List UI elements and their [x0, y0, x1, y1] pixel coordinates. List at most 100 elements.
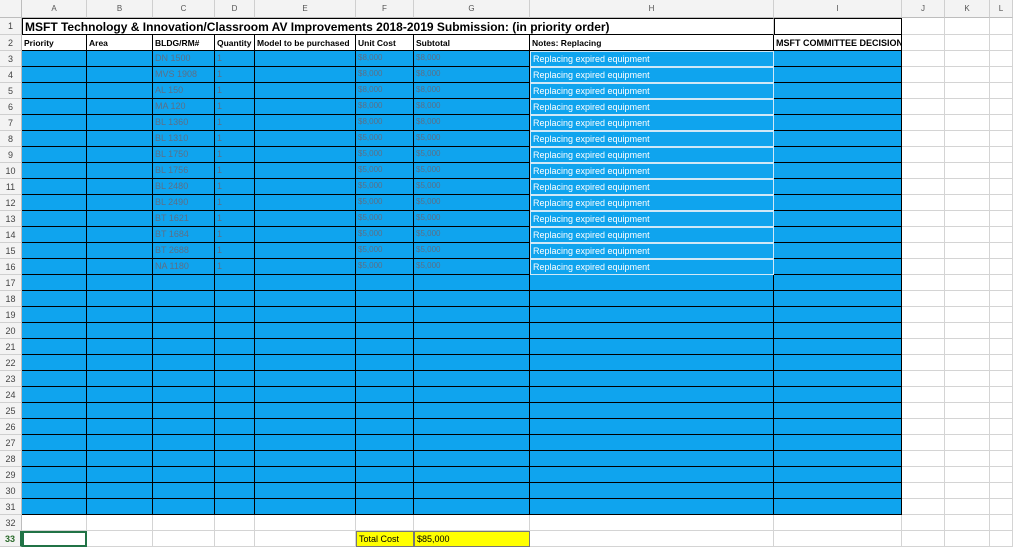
row-header[interactable]: 25 [0, 403, 22, 419]
row-header[interactable]: 14 [0, 227, 22, 243]
grid-cell[interactable] [530, 467, 774, 483]
quantity-cell[interactable]: 1 [215, 227, 255, 243]
grid-cell[interactable] [945, 18, 990, 35]
grid-cell[interactable] [87, 419, 153, 435]
grid-cell[interactable] [990, 163, 1013, 179]
grid-cell[interactable] [902, 323, 945, 339]
unit-cost-cell[interactable]: $5,000 [356, 227, 414, 243]
grid-cell[interactable] [215, 435, 255, 451]
grid-cell[interactable] [255, 323, 356, 339]
grid-cell[interactable] [22, 179, 87, 195]
grid-cell[interactable] [87, 147, 153, 163]
grid-cell[interactable] [215, 515, 255, 531]
column-header[interactable]: A [22, 0, 87, 18]
grid-cell[interactable] [215, 387, 255, 403]
grid-cell[interactable] [255, 339, 356, 355]
grid-cell[interactable] [774, 195, 902, 211]
subtotal-cell[interactable]: $8,000 [414, 51, 530, 67]
grid-cell[interactable] [902, 83, 945, 99]
subtotal-cell[interactable]: $8,000 [414, 83, 530, 99]
grid-cell[interactable] [774, 387, 902, 403]
grid-cell[interactable] [153, 531, 215, 547]
grid-cell[interactable] [153, 435, 215, 451]
grid-cell[interactable] [530, 339, 774, 355]
grid-cell[interactable] [255, 403, 356, 419]
bldg-room-cell[interactable]: BT 2688 [153, 243, 215, 259]
grid-cell[interactable] [990, 467, 1013, 483]
grid-cell[interactable] [774, 339, 902, 355]
grid-cell[interactable] [990, 307, 1013, 323]
grid-cell[interactable] [774, 67, 902, 83]
grid-cell[interactable] [945, 195, 990, 211]
grid-cell[interactable] [255, 259, 356, 275]
grid-cell[interactable] [87, 515, 153, 531]
subtotal-cell[interactable]: $8,000 [414, 67, 530, 83]
subtotal-cell[interactable]: $5,000 [414, 195, 530, 211]
grid-cell[interactable] [902, 243, 945, 259]
bldg-room-cell[interactable]: BL 1310 [153, 131, 215, 147]
bldg-room-cell[interactable]: BL 1750 [153, 147, 215, 163]
grid-cell[interactable] [945, 259, 990, 275]
grid-cell[interactable] [87, 211, 153, 227]
quantity-cell[interactable]: 1 [215, 99, 255, 115]
grid-cell[interactable] [255, 227, 356, 243]
grid-cell[interactable] [530, 483, 774, 499]
column-header[interactable]: L [990, 0, 1013, 18]
unit-cost-cell[interactable]: $8,000 [356, 115, 414, 131]
grid-cell[interactable] [902, 451, 945, 467]
grid-cell[interactable] [414, 419, 530, 435]
unit-cost-cell[interactable]: $5,000 [356, 147, 414, 163]
quantity-cell[interactable]: 1 [215, 83, 255, 99]
grid-cell[interactable] [153, 307, 215, 323]
grid-cell[interactable] [945, 131, 990, 147]
grid-cell[interactable] [945, 323, 990, 339]
unit-cost-cell[interactable]: $5,000 [356, 243, 414, 259]
grid-cell[interactable] [902, 387, 945, 403]
grid-cell[interactable] [22, 131, 87, 147]
grid-cell[interactable] [87, 259, 153, 275]
notes-cell[interactable]: Replacing expired equipment [530, 115, 774, 131]
grid-cell[interactable] [774, 515, 902, 531]
row-header[interactable]: 19 [0, 307, 22, 323]
grid-cell[interactable] [215, 531, 255, 547]
grid-cell[interactable] [215, 323, 255, 339]
grid-cell[interactable] [153, 291, 215, 307]
grid-cell[interactable] [774, 419, 902, 435]
grid-cell[interactable] [774, 179, 902, 195]
grid-cell[interactable] [945, 339, 990, 355]
grid-cell[interactable] [87, 179, 153, 195]
bldg-room-cell[interactable]: AL 150 [153, 83, 215, 99]
grid-cell[interactable] [22, 307, 87, 323]
grid-cell[interactable] [87, 499, 153, 515]
grid-cell[interactable] [22, 211, 87, 227]
grid-cell[interactable] [990, 147, 1013, 163]
grid-cell[interactable] [945, 435, 990, 451]
grid-cell[interactable] [255, 291, 356, 307]
grid-cell[interactable] [255, 499, 356, 515]
grid-cell[interactable] [87, 131, 153, 147]
grid-cell[interactable] [990, 179, 1013, 195]
grid-cell[interactable] [87, 435, 153, 451]
grid-cell[interactable] [22, 83, 87, 99]
grid-cell[interactable] [990, 355, 1013, 371]
row-header[interactable]: 17 [0, 275, 22, 291]
grid-cell[interactable] [774, 403, 902, 419]
bldg-room-cell[interactable]: BT 1684 [153, 227, 215, 243]
grid-cell[interactable] [990, 275, 1013, 291]
grid-cell[interactable] [87, 483, 153, 499]
grid-cell[interactable] [902, 339, 945, 355]
column-header[interactable]: G [414, 0, 530, 18]
row-header[interactable]: 21 [0, 339, 22, 355]
grid-cell[interactable] [530, 355, 774, 371]
row-header[interactable]: 11 [0, 179, 22, 195]
unit-cost-cell[interactable]: $5,000 [356, 211, 414, 227]
grid-cell[interactable] [945, 483, 990, 499]
row-header[interactable]: 32 [0, 515, 22, 531]
notes-cell[interactable]: Replacing expired equipment [530, 227, 774, 243]
grid-cell[interactable] [902, 51, 945, 67]
grid-cell[interactable] [902, 531, 945, 547]
grid-cell[interactable] [87, 403, 153, 419]
grid-cell[interactable] [356, 371, 414, 387]
grid-cell[interactable] [22, 243, 87, 259]
total-cost-label[interactable]: Total Cost [356, 531, 414, 547]
